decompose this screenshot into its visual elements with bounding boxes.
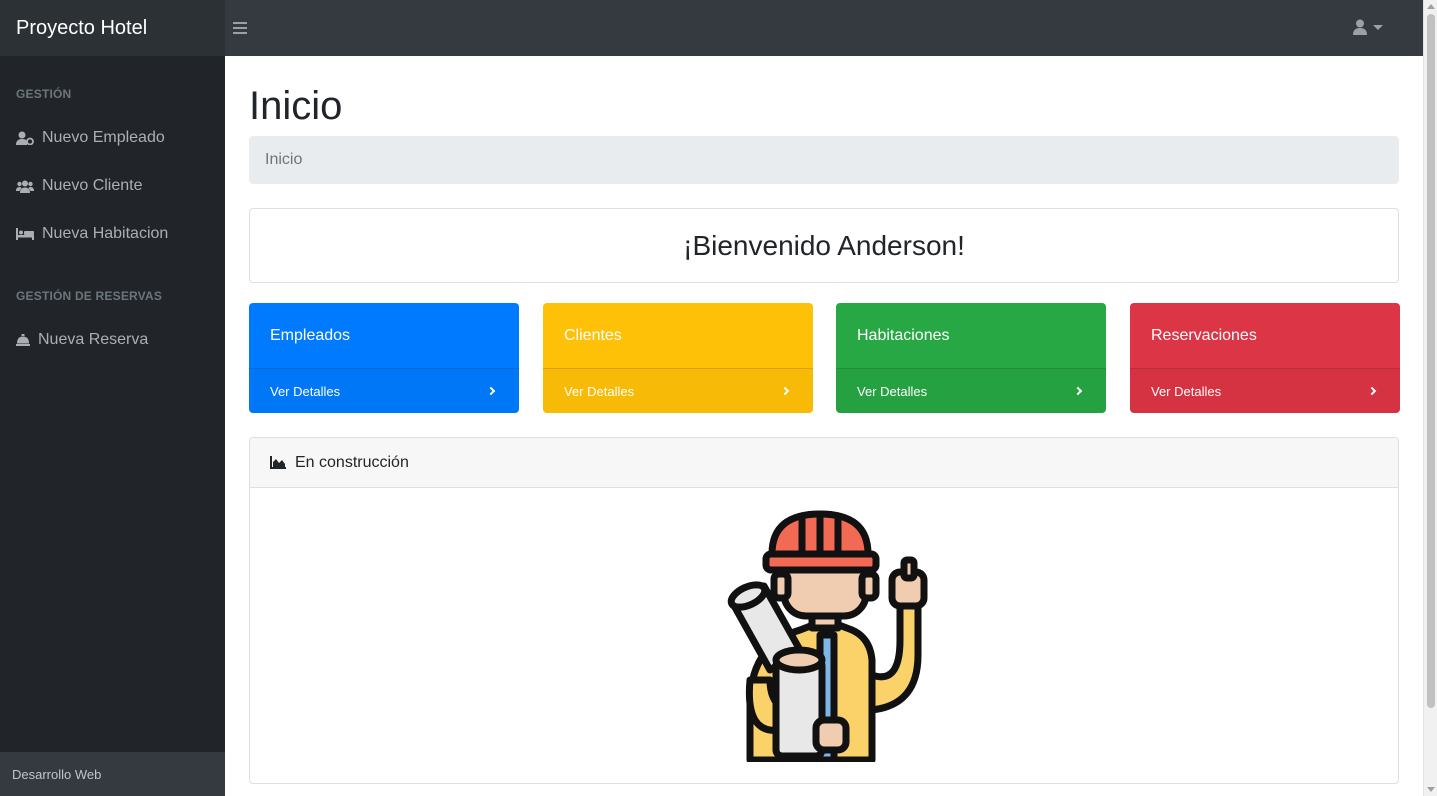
construction-title: En construcción [295,453,409,471]
scroll-down-arrow-icon[interactable] [1427,787,1435,792]
chevron-down-icon [1373,24,1383,30]
sidebar-item-nueva-habitacion[interactable]: Nueva Habitacion [16,225,168,243]
users-icon [16,180,34,193]
card-title: Empleados [270,326,351,344]
sidebar-item-nueva-reserva[interactable]: Nueva Reserva [16,331,148,349]
ver-detalles-empleados-link[interactable]: Ver Detalles [249,368,519,413]
user-menu-button[interactable] [1353,19,1383,35]
ver-detalles-clientes-link[interactable]: Ver Detalles [543,368,813,413]
bed-icon [16,228,34,240]
sidebar-heading-reservas: GESTIÓN DE RESERVAS [16,289,163,303]
page-title: Inicio [249,84,343,128]
sidebar: GESTIÓN Nuevo Empleado Nuevo Cliente Nue… [0,56,225,796]
card-link-label: Ver Detalles [564,383,635,399]
sidebar-item-label: Nueva Habitacion [42,225,169,242]
construction-card: En construcción [249,437,1399,784]
card-title: Reservaciones [1151,326,1257,344]
breadcrumb-item: Inicio [265,151,303,168]
user-cog-icon [16,131,34,145]
sidebar-item-label: Nuevo Cliente [42,177,143,194]
chart-area-icon [270,456,286,469]
card-title: Clientes [564,326,622,344]
chevron-right-icon [780,386,790,396]
vertical-scrollbar[interactable] [1423,0,1437,796]
construction-card-header: En construcción [250,438,1398,488]
sidebar-item-label: Nuevo Empleado [42,129,165,146]
card-reservaciones: Reservaciones Ver Detalles [1130,303,1400,413]
sidebar-footer: Desarrollo Web [0,752,225,796]
ver-detalles-reservaciones-link[interactable]: Ver Detalles [1130,368,1400,413]
concierge-bell-icon [16,334,30,346]
scrollbar-thumb[interactable] [1427,14,1435,708]
scroll-up-arrow-icon[interactable] [1427,4,1435,9]
sidebar-item-nuevo-cliente[interactable]: Nuevo Cliente [16,177,143,195]
chevron-right-icon [1367,386,1377,396]
card-link-label: Ver Detalles [857,383,928,399]
construction-worker-illustration [727,510,928,762]
sidebar-item-nuevo-empleado[interactable]: Nuevo Empleado [16,129,165,147]
card-link-label: Ver Detalles [1151,383,1222,399]
welcome-card: ¡Bienvenido Anderson! [249,208,1399,283]
welcome-text: ¡Bienvenido Anderson! [683,229,965,261]
sidebar-heading-gestion: GESTIÓN [16,87,72,101]
ver-detalles-habitaciones-link[interactable]: Ver Detalles [836,368,1106,413]
card-habitaciones: Habitaciones Ver Detalles [836,303,1106,413]
card-title: Habitaciones [857,326,950,344]
sidebar-item-label: Nueva Reserva [38,331,149,348]
breadcrumb: Inicio [249,136,1399,184]
construction-body [250,488,1398,783]
chevron-right-icon [1073,386,1083,396]
card-clientes: Clientes Ver Detalles [543,303,813,413]
user-icon [1353,19,1367,35]
top-navbar: Proyecto Hotel [0,0,1423,56]
brand-logo[interactable]: Proyecto Hotel [0,0,225,56]
hamburger-icon[interactable] [233,22,247,34]
card-link-label: Ver Detalles [270,383,341,399]
chevron-right-icon [486,386,496,396]
card-empleados: Empleados Ver Detalles [249,303,519,413]
